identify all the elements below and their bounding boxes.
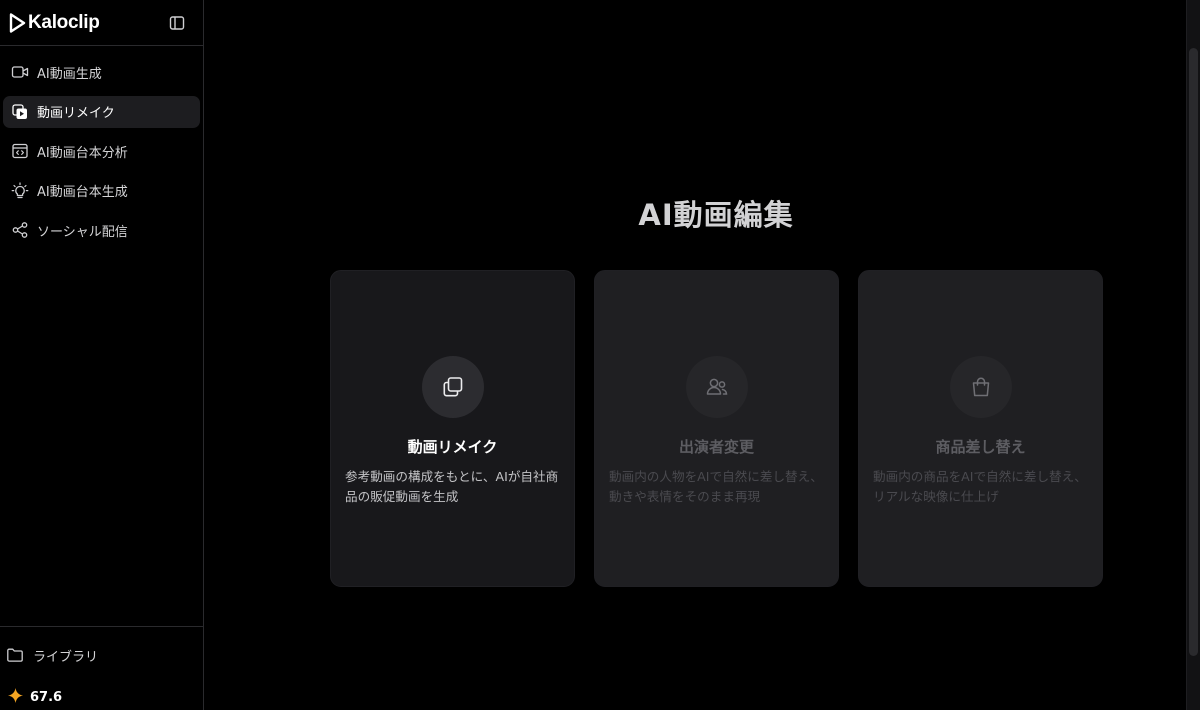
- sidebar-panel-icon: [169, 15, 185, 30]
- code-window-icon: [11, 142, 29, 160]
- sidebar-item-video-remake[interactable]: 動画リメイク: [3, 95, 200, 128]
- card-description: 動画内の商品をAIで自然に差し替え、リアルな映像に仕上げ: [873, 469, 1087, 504]
- users-icon: [685, 356, 748, 418]
- library-label: ライブラリ: [33, 649, 99, 665]
- sidebar-item-label: AI動画台本生成: [37, 185, 128, 201]
- sidebar-item-ai-script-generation[interactable]: AI動画台本生成: [3, 175, 200, 207]
- scrollbar-thumb[interactable]: [1189, 48, 1198, 656]
- sidebar-nav: AI動画生成 動画リメイク AI動画台本分析 AI動画台本生成 ソーシャル配信: [0, 46, 203, 246]
- sidebar-item-library[interactable]: ライブラリ: [0, 627, 203, 683]
- copy-play-icon: [11, 103, 29, 121]
- page-scrollbar[interactable]: [1186, 0, 1200, 710]
- card-title: 動画リメイク: [407, 438, 498, 456]
- card-performer-change[interactable]: 出演者変更 動画内の人物をAIで自然に差し替え、動きや表情をそのまま再現: [594, 270, 839, 587]
- card-description: 参考動画の構成をもとに、AIが自社商品の販促動画を生成: [345, 469, 559, 504]
- sidebar-item-social-distribution[interactable]: ソーシャル配信: [3, 214, 200, 246]
- sidebar-item-label: AI動画台本分析: [37, 145, 128, 161]
- credits-value: 67.6: [30, 690, 63, 705]
- video-camera-icon: [11, 63, 29, 81]
- logo-play-icon: [9, 12, 26, 33]
- sidebar-item-ai-script-analysis[interactable]: AI動画台本分析: [3, 135, 200, 167]
- shopping-bag-icon: [949, 356, 1012, 418]
- brand-bar: Kaloclip: [0, 0, 203, 46]
- feature-cards: 動画リメイク 参考動画の構成をもとに、AIが自社商品の販促動画を生成 出演者変更…: [330, 270, 1103, 587]
- main-content: AI動画編集 動画リメイク 参考動画の構成をもとに、AIが自社商品の販促動画を生…: [205, 0, 1185, 710]
- credits-balance: 67.6: [7, 687, 62, 708]
- card-title: 出演者変更: [678, 438, 754, 456]
- sidebar-toggle-button[interactable]: [167, 13, 187, 33]
- copy-icon: [421, 356, 484, 418]
- page-title: AI動画編集: [638, 198, 794, 232]
- sidebar-item-label: AI動画生成: [37, 66, 102, 82]
- card-video-remake[interactable]: 動画リメイク 参考動画の構成をもとに、AIが自社商品の販促動画を生成: [330, 270, 575, 587]
- card-description: 動画内の人物をAIで自然に差し替え、動きや表情をそのまま再現: [609, 469, 823, 504]
- sidebar-item-label: 動画リメイク: [37, 106, 115, 122]
- sidebar-item-label: ソーシャル配信: [37, 224, 128, 240]
- sparkle-star-icon: [7, 687, 24, 708]
- folder-icon: [6, 646, 24, 664]
- sidebar-footer: ライブラリ 67.6: [0, 626, 203, 705]
- share-icon: [11, 221, 29, 239]
- card-product-replacement[interactable]: 商品差し替え 動画内の商品をAIで自然に差し替え、リアルな映像に仕上げ: [858, 270, 1103, 587]
- logo[interactable]: Kaloclip: [9, 12, 100, 34]
- lightbulb-icon: [11, 182, 29, 200]
- brand-name: Kaloclip: [28, 11, 100, 33]
- sidebar: Kaloclip AI動画生成 動画リメイク AI動画台本分析 AI動画台本生成…: [0, 0, 204, 710]
- sidebar-item-ai-video-generation[interactable]: AI動画生成: [3, 56, 200, 88]
- card-title: 商品差し替え: [935, 438, 1026, 456]
